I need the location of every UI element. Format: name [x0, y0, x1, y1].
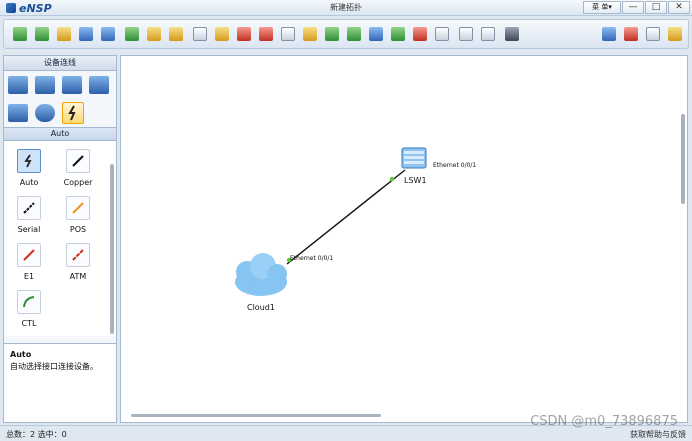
rectangle-icon[interactable]: [303, 27, 317, 41]
switch-lsw1-icon[interactable]: [401, 147, 427, 169]
topology-drawing: [235, 147, 427, 296]
terminal-category-icon[interactable]: [8, 104, 28, 122]
atm-cable-icon: [66, 243, 90, 267]
capture-icon[interactable]: [435, 27, 449, 41]
topology-table-icon[interactable]: [481, 27, 495, 41]
switch-category-icon[interactable]: [35, 76, 55, 94]
ctl-cable-icon: [17, 290, 41, 314]
lsw1-port-label: Ethernet 0/0/1: [433, 162, 477, 169]
cable-label: Serial: [17, 225, 41, 234]
cable-pos[interactable]: POS: [58, 196, 98, 234]
lsw1-label[interactable]: LSW1: [404, 176, 427, 185]
cable-atm[interactable]: ATM: [58, 243, 98, 281]
settings-icon[interactable]: [646, 27, 660, 41]
canvas-vertical-scrollbar[interactable]: [681, 114, 685, 204]
canvas-horizontal-scrollbar[interactable]: [131, 414, 381, 417]
pos-cable-icon: [66, 196, 90, 220]
cable-category-icon[interactable]: [62, 102, 84, 124]
save-icon[interactable]: [79, 27, 93, 41]
chat-icon[interactable]: [602, 27, 616, 41]
delete-icon[interactable]: [237, 27, 251, 41]
save-as-icon[interactable]: [57, 27, 71, 41]
text-note-icon[interactable]: [281, 27, 295, 41]
zoom-out-icon[interactable]: [347, 27, 361, 41]
cable-description: Auto 自动选择接口连接设备。: [4, 343, 116, 422]
cloud-cloud1-icon[interactable]: [235, 253, 287, 296]
huawei-icon[interactable]: [624, 27, 638, 41]
cable-auto[interactable]: Auto: [9, 149, 49, 187]
fit-view-icon[interactable]: [369, 27, 383, 41]
main-menu-button[interactable]: 菜 单▾: [583, 1, 621, 14]
port-status-dot: [389, 176, 395, 182]
zoom-in-icon[interactable]: [325, 27, 339, 41]
cable-label: ATM: [69, 272, 87, 281]
cable-label: POS: [69, 225, 87, 234]
category-title: Auto: [4, 127, 116, 141]
cable-copper[interactable]: Copper: [58, 149, 98, 187]
device-table-icon[interactable]: [459, 27, 473, 41]
print-preview-icon[interactable]: [125, 27, 139, 41]
serial-cable-icon: [17, 196, 41, 220]
close-button[interactable]: ✕: [668, 1, 690, 14]
cable-serial[interactable]: Serial: [9, 196, 49, 234]
help-feedback-link[interactable]: 获取帮助与反馈: [630, 429, 686, 440]
description-text: 自动选择接口连接设备。: [10, 362, 98, 371]
link-line[interactable]: [286, 169, 406, 265]
firewall-category-icon[interactable]: [89, 76, 109, 94]
description-heading: Auto: [10, 350, 32, 359]
e1-cable-icon: [17, 243, 41, 267]
main-toolbar: [3, 19, 689, 49]
delete-all-links-icon[interactable]: [259, 27, 273, 41]
terminal-icon[interactable]: [505, 27, 519, 41]
cable-label: E1: [23, 272, 35, 281]
device-category-grid: [4, 71, 116, 127]
help-icon[interactable]: [668, 27, 682, 41]
copper-cable-icon: [66, 149, 90, 173]
csdn-watermark: CSDN @m0_73896875: [530, 414, 678, 429]
title-bar: eNSP 新建拓扑 菜 单▾ — □ ✕: [0, 0, 692, 16]
new-topology-icon[interactable]: [13, 27, 27, 41]
cable-ctl[interactable]: CTL: [9, 290, 49, 328]
cable-label: Copper: [63, 178, 93, 187]
cable-label: Auto: [19, 178, 39, 187]
cable-label: CTL: [21, 319, 37, 328]
wlan-category-icon[interactable]: [62, 76, 82, 94]
pan-hand-icon[interactable]: [215, 27, 229, 41]
undo-icon[interactable]: [147, 27, 161, 41]
panel-scrollbar[interactable]: [110, 164, 114, 334]
panel-title: 设备连线: [4, 56, 116, 71]
redo-icon[interactable]: [169, 27, 183, 41]
maximize-button[interactable]: □: [645, 1, 667, 14]
device-panel: 设备连线 Auto Auto Copper Serial POS E1 ATM …: [3, 55, 117, 423]
print-icon[interactable]: [101, 27, 115, 41]
start-device-icon[interactable]: [391, 27, 405, 41]
window-controls: 菜 单▾ — □ ✕: [583, 1, 690, 14]
cloud1-port-label: Ethernet 0/0/1: [290, 255, 334, 262]
cloud1-label[interactable]: Cloud1: [247, 303, 275, 312]
router-category-icon[interactable]: [8, 76, 28, 94]
auto-cable-icon: [17, 149, 41, 173]
selection-status: 总数：2 选中：0: [6, 430, 67, 439]
stop-device-icon[interactable]: [413, 27, 427, 41]
topology-canvas[interactable]: Ethernet 0/0/1 LSW1 Ethernet 0/0/1 Cloud…: [120, 55, 688, 423]
open-topology-icon[interactable]: [35, 27, 49, 41]
cable-list: Auto Copper Serial POS E1 ATM CTL: [4, 141, 116, 336]
cloud-category-icon[interactable]: [35, 104, 55, 122]
minimize-button[interactable]: —: [622, 1, 644, 14]
cable-e1[interactable]: E1: [9, 243, 49, 281]
select-pointer-icon[interactable]: [193, 27, 207, 41]
